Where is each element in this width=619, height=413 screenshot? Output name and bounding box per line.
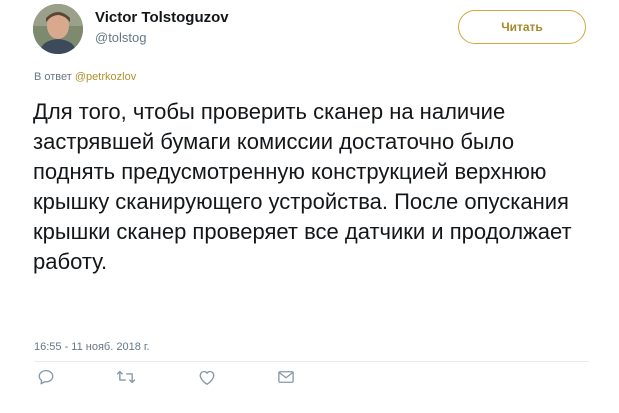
retweet-button[interactable] — [115, 366, 137, 388]
reply-button[interactable] — [35, 366, 57, 388]
reply-context: В ответ @petrkozlov — [34, 71, 136, 83]
reply-icon — [38, 369, 54, 385]
retweet-icon — [116, 370, 136, 384]
tweet-timestamp[interactable]: 16:55 - 11 нояб. 2018 г. — [34, 341, 150, 353]
tweet-actions — [0, 366, 619, 396]
reply-mention-link[interactable]: @petrkozlov — [75, 71, 136, 83]
follow-button[interactable]: Читать — [458, 10, 586, 44]
heart-icon — [199, 370, 215, 385]
divider — [34, 361, 589, 362]
message-button[interactable] — [275, 366, 297, 388]
author-info: Victor Tolstoguzov @tolstog — [95, 8, 229, 48]
avatar[interactable] — [33, 4, 83, 54]
avatar-image — [33, 4, 83, 54]
envelope-icon — [278, 371, 294, 383]
reply-context-prefix: В ответ — [34, 71, 72, 83]
like-button[interactable] — [196, 366, 218, 388]
author-username[interactable]: @tolstog — [95, 28, 229, 48]
tweet-card: Victor Tolstoguzov @tolstog Читать В отв… — [0, 0, 619, 413]
author-display-name[interactable]: Victor Tolstoguzov — [95, 8, 229, 28]
tweet-text: Для того, чтобы проверить сканер на нали… — [33, 99, 572, 274]
